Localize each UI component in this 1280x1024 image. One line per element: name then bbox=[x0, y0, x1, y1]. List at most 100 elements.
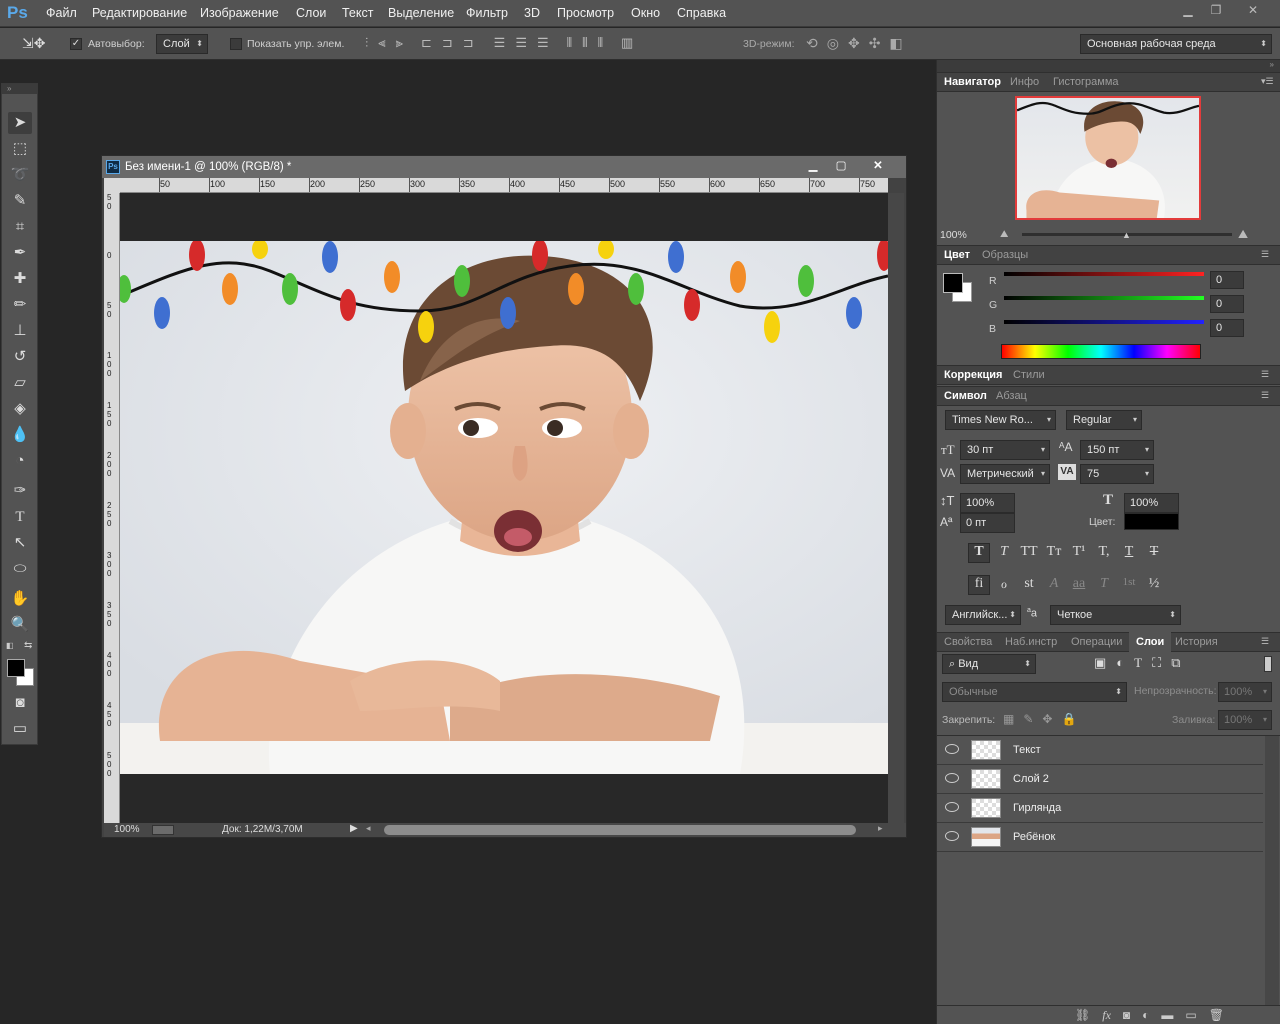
status-menu-arrow-icon[interactable]: ▶ bbox=[350, 823, 358, 834]
antialias-select[interactable]: Четкое ⬍ bbox=[1050, 605, 1181, 625]
document-titlebar[interactable]: Ps Без имени-1 @ 100% (RGB/8) * ▁ ▢ ✕ bbox=[102, 156, 906, 178]
eyedropper-tool-icon[interactable]: ✒ bbox=[8, 242, 32, 264]
menu-3d[interactable]: 3D bbox=[524, 6, 540, 20]
layer-filter-select[interactable]: ⌕ Вид ⬍ bbox=[942, 654, 1036, 674]
kerning-select[interactable]: Метрический ▾ bbox=[960, 464, 1050, 484]
underline-button[interactable]: T bbox=[1118, 544, 1140, 560]
fractions-button[interactable]: ½ bbox=[1143, 576, 1165, 593]
tab-color[interactable]: Цвет bbox=[944, 249, 970, 261]
filter-pixel-icon[interactable]: ▣ bbox=[1094, 655, 1106, 671]
swash-button[interactable]: A bbox=[1043, 576, 1065, 593]
tab-navigator[interactable]: Навигатор bbox=[944, 76, 1001, 88]
menu-image[interactable]: Изображение bbox=[200, 6, 279, 20]
layer-row-garland[interactable]: Гирлянда bbox=[937, 794, 1263, 823]
move-tool-icon[interactable]: ➤ bbox=[8, 112, 32, 134]
distribute-top-icon[interactable]: ☰ bbox=[494, 35, 506, 53]
hand-tool-icon[interactable]: ✋ bbox=[8, 588, 32, 610]
screen-mode-icon[interactable]: ▭ bbox=[8, 718, 32, 740]
align-top-icon[interactable]: ⫶ bbox=[365, 35, 368, 53]
menu-file[interactable]: Файл bbox=[46, 6, 77, 20]
blur-tool-icon[interactable]: 💧 bbox=[8, 424, 32, 446]
quick-mask-icon[interactable]: ◙ bbox=[8, 692, 32, 714]
lock-position-icon[interactable]: ✥ bbox=[1042, 712, 1052, 726]
pen-tool-icon[interactable]: ✑ bbox=[8, 480, 32, 502]
foreground-color-swatch[interactable] bbox=[7, 659, 25, 677]
fill-field[interactable]: 100% ▾ bbox=[1218, 710, 1272, 730]
font-size-field[interactable]: 30 пт ▾ bbox=[960, 440, 1050, 460]
navigator-zoom-value[interactable]: 100% bbox=[940, 229, 967, 241]
eye-icon[interactable] bbox=[945, 802, 959, 812]
menu-edit[interactable]: Редактирование bbox=[92, 6, 187, 20]
subscript-button[interactable]: T, bbox=[1093, 544, 1115, 560]
tab-paragraph[interactable]: Абзац bbox=[996, 390, 1027, 402]
layer-row-child[interactable]: Ребёнок bbox=[937, 823, 1263, 852]
3d-pan-icon[interactable]: ✥ bbox=[848, 35, 860, 52]
history-brush-tool-icon[interactable]: ↺ bbox=[8, 346, 32, 368]
filter-shape-icon[interactable]: ⛶ bbox=[1152, 655, 1161, 671]
lock-transparent-icon[interactable]: ▦ bbox=[1003, 712, 1014, 726]
toolbox-collapse-icon[interactable]: » bbox=[2, 84, 37, 94]
align-bottom-icon[interactable]: ⫸ bbox=[396, 35, 403, 53]
panel-menu-icon[interactable]: ▾☰ bbox=[1261, 76, 1274, 87]
canvas-image[interactable] bbox=[117, 239, 891, 774]
move-tool-icon[interactable]: ⇲✥ bbox=[22, 35, 45, 52]
color-fg-swatch[interactable] bbox=[943, 273, 963, 293]
align-hcenter-icon[interactable]: ⊐ bbox=[442, 35, 453, 53]
layer-row-layer2[interactable]: Слой 2 bbox=[937, 765, 1263, 794]
layers-scrollbar[interactable] bbox=[1265, 736, 1279, 1006]
layer-row-text[interactable]: Текст bbox=[937, 736, 1263, 765]
faux-bold-button[interactable]: T bbox=[968, 544, 990, 560]
horizontal-scrollbar-thumb[interactable] bbox=[384, 825, 856, 835]
eraser-tool-icon[interactable]: ▱ bbox=[8, 372, 32, 394]
zoom-out-icon[interactable]: ⛰ bbox=[1000, 229, 1008, 240]
layer-mask-icon[interactable]: ◙ bbox=[1123, 1008, 1130, 1023]
channel-r-value[interactable]: 0 bbox=[1210, 271, 1244, 289]
doc-size-info[interactable]: Док: 1,22M/3,70M bbox=[222, 824, 303, 835]
tab-styles[interactable]: Стили bbox=[1013, 369, 1045, 381]
channel-b-value[interactable]: 0 bbox=[1210, 319, 1244, 337]
align-left-icon[interactable]: ⊏ bbox=[421, 35, 432, 53]
tab-history[interactable]: История bbox=[1175, 636, 1218, 648]
close-icon[interactable]: ✕ bbox=[1237, 2, 1269, 18]
navigator-preview[interactable] bbox=[1015, 96, 1201, 220]
tab-histogram[interactable]: Гистограмма bbox=[1053, 76, 1119, 88]
auto-align-icon[interactable]: ▥ bbox=[621, 35, 633, 53]
new-group-icon[interactable]: ▬ bbox=[1161, 1008, 1173, 1023]
distribute-right-icon[interactable]: ⫴ bbox=[598, 35, 603, 53]
faux-italic-button[interactable]: T bbox=[993, 544, 1015, 560]
doc-minimize-icon[interactable]: ▁ bbox=[802, 158, 824, 174]
3d-slide-icon[interactable]: ✣ bbox=[869, 35, 881, 52]
menu-view[interactable]: Просмотр bbox=[557, 6, 614, 20]
ligatures-button[interactable]: fi bbox=[968, 576, 990, 593]
dock-collapse-icon[interactable]: » bbox=[937, 60, 1280, 72]
language-select[interactable]: Английск... ⬍ bbox=[945, 605, 1021, 625]
vertical-ruler[interactable]: 5 0 0 5 0 1 0 0 1 5 0 2 0 0 2 5 0 3 0 0 3 5 0 4 0… bbox=[104, 193, 120, 823]
menu-help[interactable]: Справка bbox=[677, 6, 726, 20]
menu-select[interactable]: Выделение bbox=[388, 6, 454, 20]
distribute-vcenter-icon[interactable]: ☰ bbox=[515, 35, 527, 53]
filter-adjustment-icon[interactable]: ◐ bbox=[1116, 655, 1124, 671]
panel-menu-icon[interactable]: ☰ bbox=[1261, 636, 1269, 647]
stylistic-alternates-button[interactable]: aa bbox=[1068, 576, 1090, 593]
crop-tool-icon[interactable]: ⌗ bbox=[8, 216, 32, 238]
font-style-select[interactable]: Regular ▾ bbox=[1066, 410, 1142, 430]
show-controls-checkbox[interactable] bbox=[230, 38, 242, 50]
workspace-select[interactable]: Основная рабочая среда ⬍ bbox=[1080, 34, 1272, 54]
3d-rotate-icon[interactable]: ⟲ bbox=[806, 35, 818, 52]
superscript-button[interactable]: T¹ bbox=[1068, 544, 1090, 560]
menu-type[interactable]: Текст bbox=[342, 6, 373, 20]
restore-icon[interactable]: ❐ bbox=[1205, 2, 1227, 18]
channel-r-slider[interactable] bbox=[1004, 272, 1204, 276]
lasso-tool-icon[interactable]: ➰ bbox=[8, 164, 32, 186]
discretionary-ligatures-button[interactable]: ℴ bbox=[993, 576, 1015, 593]
lock-all-icon[interactable]: 🔒 bbox=[1061, 712, 1076, 726]
distribute-left-icon[interactable]: ⫴ bbox=[567, 35, 572, 53]
font-family-select[interactable]: Times New Ro... ▾ bbox=[945, 410, 1056, 430]
adjustment-layer-icon[interactable]: ◐ bbox=[1142, 1008, 1149, 1023]
vertical-scale-field[interactable]: 100% bbox=[960, 493, 1015, 513]
path-select-tool-icon[interactable]: ↖ bbox=[8, 532, 32, 554]
status-preview-icon[interactable] bbox=[152, 825, 174, 835]
new-layer-icon[interactable]: ▭ bbox=[1185, 1008, 1196, 1023]
stamp-tool-icon[interactable]: ⊥ bbox=[8, 320, 32, 342]
zoom-tool-icon[interactable]: 🔍 bbox=[8, 614, 32, 636]
